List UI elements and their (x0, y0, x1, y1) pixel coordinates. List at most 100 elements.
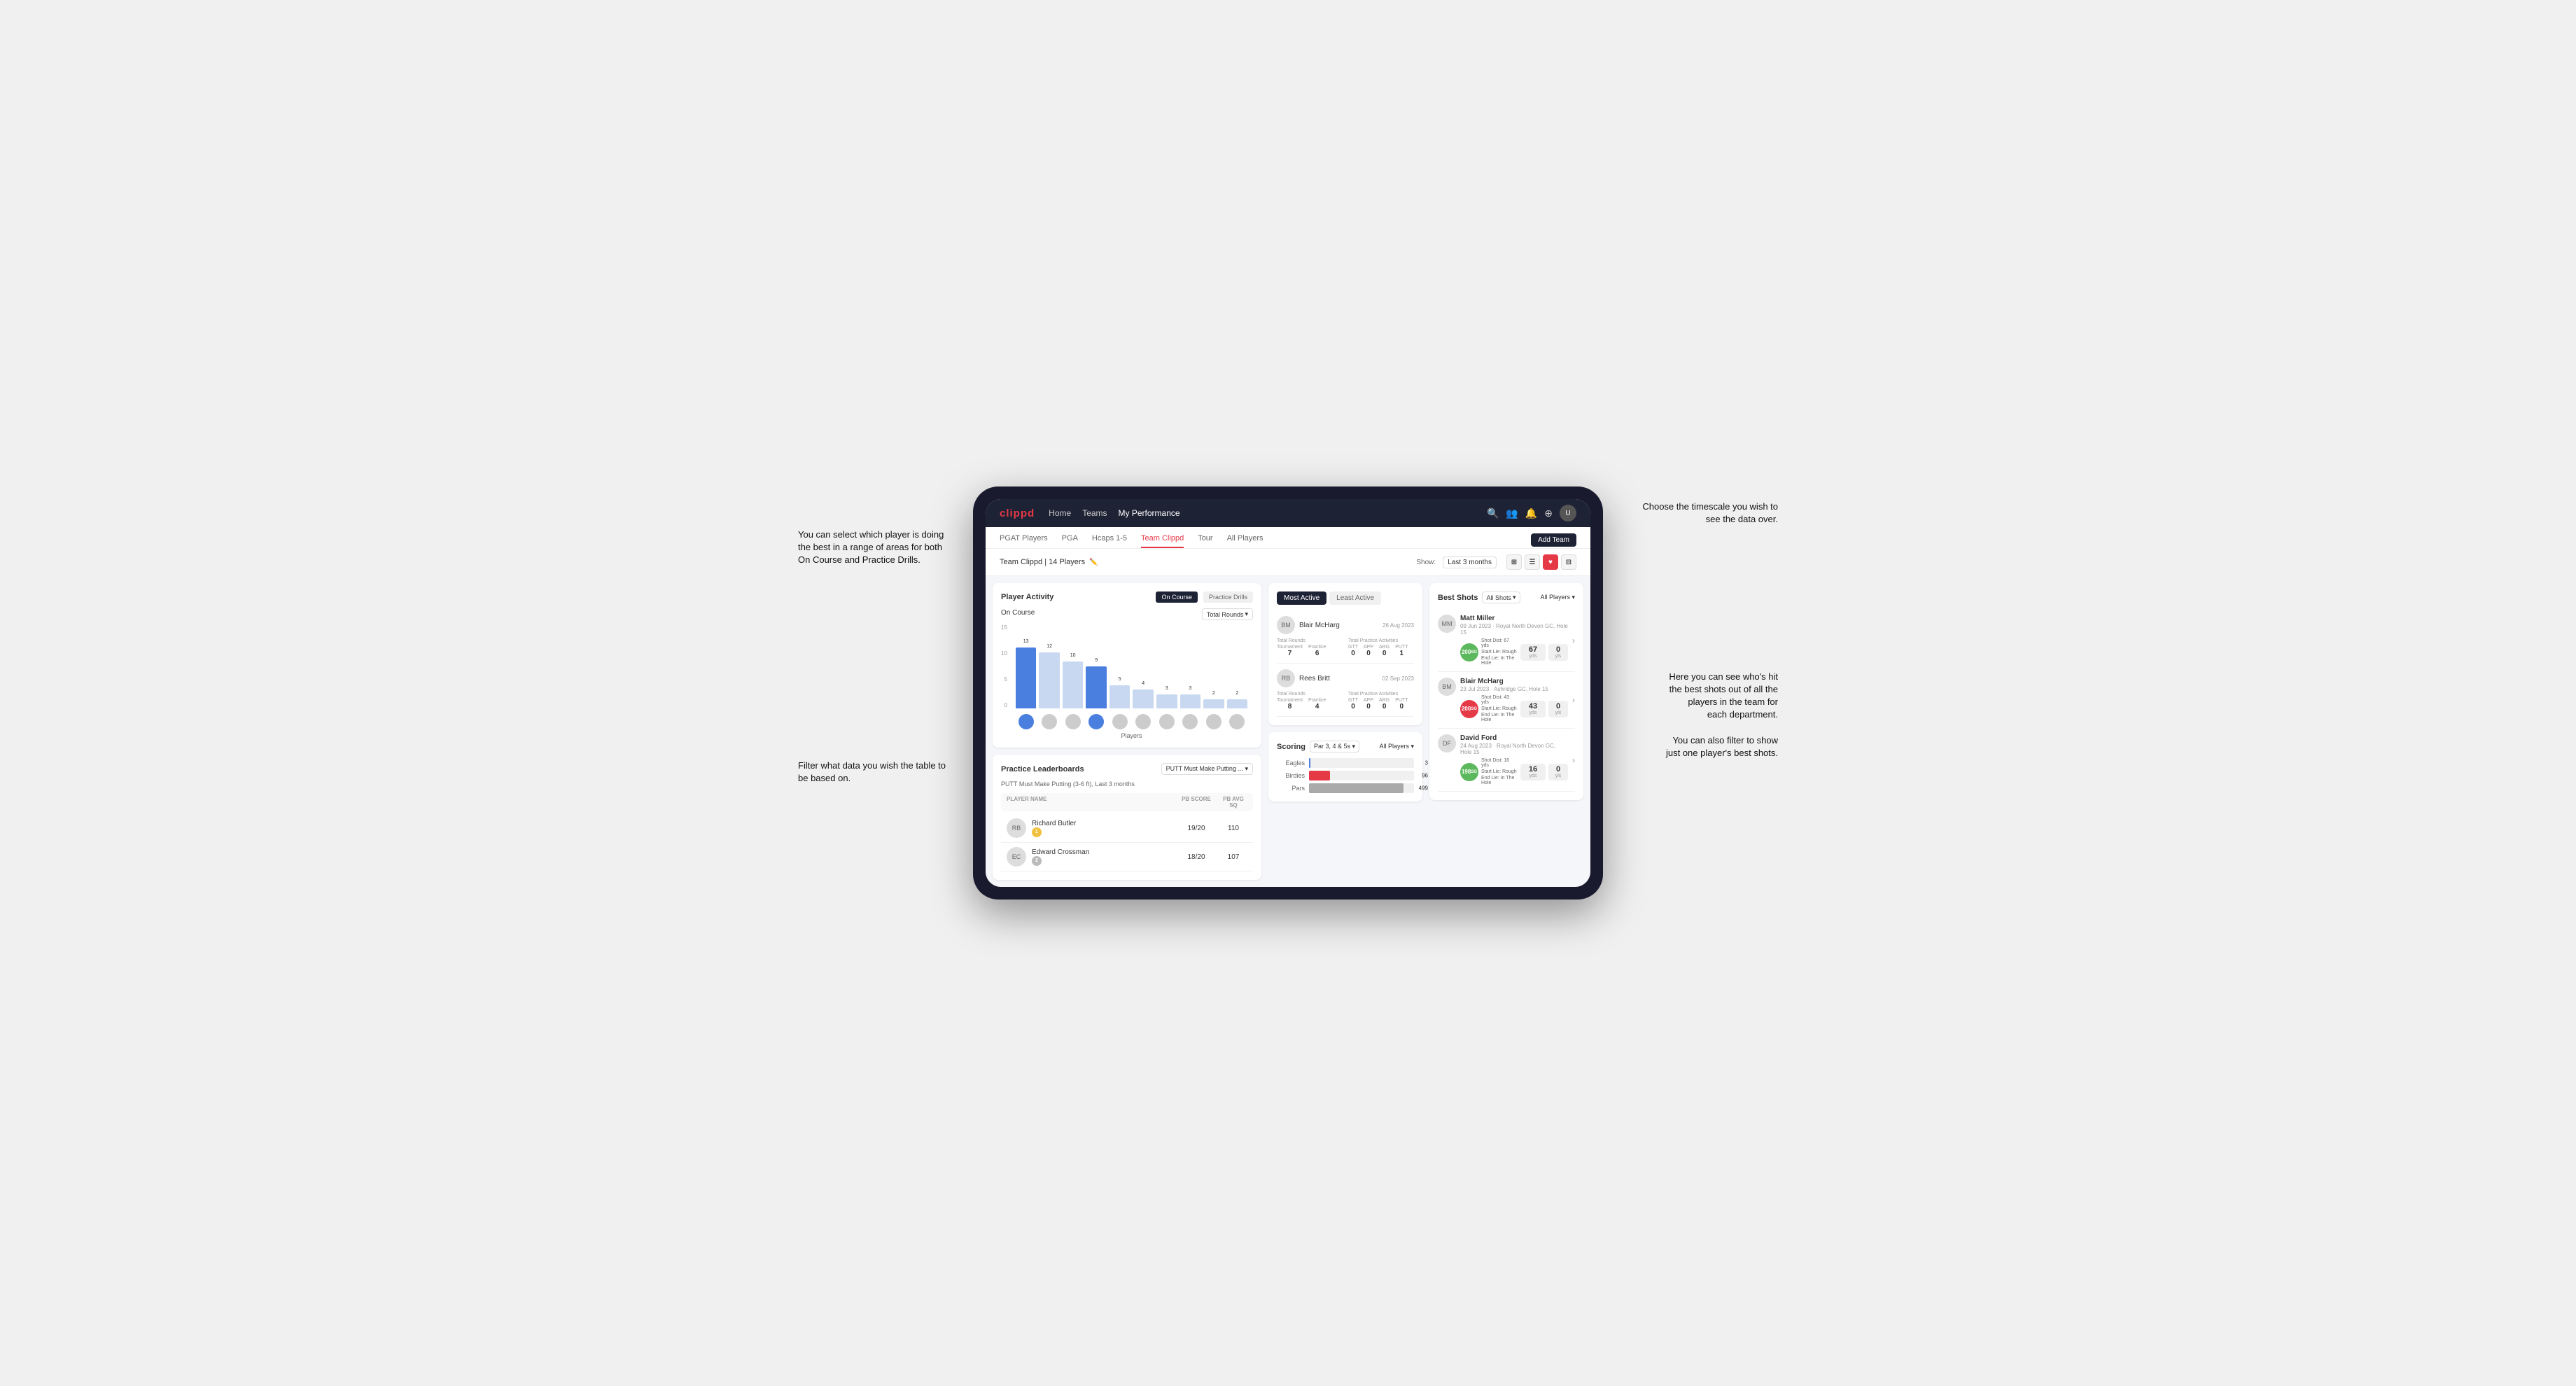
practice-toggle[interactable]: Practice Drills (1203, 592, 1253, 603)
shot-chevron-miller[interactable]: › (1572, 636, 1575, 645)
scoring-pars-row: Pars 499 (1277, 783, 1414, 793)
avatar[interactable]: U (1560, 505, 1576, 522)
shots-title: Best Shots (1438, 594, 1478, 602)
shot-chevron-mcharg[interactable]: › (1572, 695, 1575, 705)
chart-avatar-M._Miller (1182, 714, 1198, 729)
subnav-pgat[interactable]: PGAT Players (1000, 531, 1048, 548)
shot-zero-miller: 0 yls (1548, 644, 1568, 661)
rank-gold-badge: 1 (1032, 827, 1042, 837)
scoring-filter-dropdown[interactable]: Par 3, 4 & 5s ▾ (1310, 741, 1359, 752)
activity-card-header: Player Activity On Course Practice Drill… (1001, 592, 1253, 603)
total-rounds-group: Total Rounds Tournament 7 Practice (1277, 638, 1343, 657)
shot-stats-mcharg: 200SG Shot Dist: 43 yds Start Lie: Rough… (1460, 695, 1568, 722)
active-player-header-2: RB Rees Britt 02 Sep 2023 (1277, 669, 1414, 687)
rounds-cols: Tournament 7 Practice 6 (1277, 645, 1343, 657)
grid-view-button[interactable]: ⊞ (1506, 554, 1522, 570)
bar-R. Butler: 3 (1156, 694, 1177, 708)
most-active-card: Most Active Least Active BM Blair McHarg… (1268, 583, 1422, 725)
bar-group-M._Miller: 3 (1180, 694, 1201, 708)
shots-filter-dropdown[interactable]: All Shots ▾ (1482, 592, 1520, 603)
scoring-card: Scoring Par 3, 4 & 5s ▾ All Players ▾ (1268, 732, 1422, 802)
shot-item-ford[interactable]: DF David Ford 24 Aug 2023 · Royal North … (1438, 729, 1575, 792)
shot-info-miller: Matt Miller 09 Jun 2023 · Royal North De… (1460, 615, 1568, 666)
tablet-frame: clippd Home Teams My Performance 🔍 👥 🔔 ⊕… (973, 486, 1603, 899)
rank-silver-badge: 2 (1032, 856, 1042, 866)
player-name-col-crossman: Edward Crossman 2 (1032, 848, 1173, 866)
chart-avatars (1010, 711, 1253, 729)
shots-all-players-dropdown[interactable]: All Players ▾ (1540, 594, 1575, 601)
scoring-header: Scoring Par 3, 4 & 5s ▾ All Players ▾ (1277, 741, 1414, 752)
active-tabs: Most Active Least Active (1277, 592, 1414, 605)
plus-icon[interactable]: ⊕ (1544, 507, 1553, 519)
on-course-toggle[interactable]: On Course (1156, 592, 1198, 603)
filter-view-button[interactable]: ⊟ (1561, 554, 1576, 570)
least-active-tab[interactable]: Least Active (1329, 592, 1381, 605)
shot-item-mcharg[interactable]: BM Blair McHarg 23 Jul 2023 · Ashridge G… (1438, 672, 1575, 729)
bar-group-D._Ford: 10 (1063, 662, 1084, 708)
add-team-button[interactable]: Add Team (1531, 533, 1576, 547)
bar-group-R._Butler: 3 (1156, 694, 1177, 708)
leaderboard-header: PLAYER NAME PB SCORE PB AVG SQ (1001, 793, 1253, 811)
shot-chevron-ford[interactable]: › (1572, 755, 1575, 765)
subnav: PGAT Players PGA Hcaps 1-5 Team Clippd T… (986, 527, 1590, 549)
active-player-1: BM Blair McHarg 26 Aug 2023 Total Rounds (1277, 610, 1414, 664)
left-panel: Player Activity On Course Practice Drill… (993, 583, 1261, 880)
player-avatar-crossman: EC (1007, 847, 1026, 867)
bar-group-L._Robertson: 2 (1227, 699, 1248, 708)
subnav-pga[interactable]: PGA (1062, 531, 1078, 548)
nav-link-home[interactable]: Home (1049, 507, 1071, 519)
bell-icon[interactable]: 🔔 (1525, 507, 1537, 519)
show-select[interactable]: Last 3 months (1443, 556, 1497, 568)
scoring-all-players[interactable]: All Players ▾ (1379, 743, 1414, 750)
on-course-label: On Course (1001, 609, 1035, 617)
bar-chart-container: 15 10 5 0 13 12 10 (1001, 624, 1253, 739)
chart-avatar-E._Ebert (1112, 714, 1128, 729)
most-active-tab[interactable]: Most Active (1277, 592, 1326, 605)
nav-link-performance[interactable]: My Performance (1119, 507, 1180, 519)
best-shots-card: Best Shots All Shots ▾ All Players ▾ M (1429, 583, 1583, 800)
view-icons: ⊞ ☰ ♥ ⊟ (1506, 554, 1576, 570)
heart-view-button[interactable]: ♥ (1543, 554, 1558, 570)
shot-stats-miller: 200SG Shot Dist: 67 yds Start Lie: Rough… (1460, 638, 1568, 666)
leaderboard-row-1[interactable]: RB Richard Butler 1 19/20 110 (1001, 814, 1253, 843)
navbar: clippd Home Teams My Performance 🔍 👥 🔔 ⊕… (986, 499, 1590, 527)
shot-dist-miller: 67 yds (1520, 644, 1546, 661)
team-header: Team Clippd | 14 Players ✏️ Show: Last 3… (986, 549, 1590, 576)
practice-activities-group: Total Practice Activities GTT 0 APP (1348, 638, 1414, 657)
chart-avatar-D._Ford (1065, 714, 1081, 729)
practice-selector-dropdown[interactable]: PUTT Must Make Putting ... ▾ (1161, 763, 1253, 775)
scoring-chart: Eagles 3 Birdies 96 (1277, 758, 1414, 793)
shot-item-miller[interactable]: MM Matt Miller 09 Jun 2023 · Royal North… (1438, 609, 1575, 672)
annotation-bottom-right: Here you can see who's hit the best shot… (1666, 671, 1778, 760)
edit-icon[interactable]: ✏️ (1089, 559, 1098, 566)
shot-details-miller: 09 Jun 2023 · Royal North Devon GC, Hole… (1460, 623, 1568, 636)
shot-stats-ford: 198SG Shot Dist: 16 yds Start Lie: Rough… (1460, 758, 1568, 785)
eagles-bar: 3 (1309, 758, 1414, 768)
bar-L. Robertson: 2 (1227, 699, 1248, 708)
player-avg-butler: 110 (1219, 825, 1247, 832)
subnav-tour[interactable]: Tour (1198, 531, 1212, 548)
list-view-button[interactable]: ☰ (1525, 554, 1540, 570)
shot-zero-mcharg: 0 yls (1548, 701, 1568, 718)
shot-details-ford: 24 Aug 2023 · Royal North Devon GC, Hole… (1460, 743, 1568, 755)
subnav-all[interactable]: All Players (1227, 531, 1264, 548)
chart-avatar-R._Britt (1042, 714, 1057, 729)
shot-dist-mcharg: 43 yds (1520, 701, 1546, 718)
people-icon[interactable]: 👥 (1506, 507, 1518, 519)
nav-link-teams[interactable]: Teams (1082, 507, 1107, 519)
rounds-cols-2: Tournament 8 Practice 4 (1277, 698, 1343, 710)
shot-badge-ford: 198SG (1460, 763, 1478, 781)
subnav-team[interactable]: Team Clippd (1141, 531, 1184, 548)
chart-avatar-B._McHarg (1018, 714, 1034, 729)
bar-E. Ebert: 5 (1110, 685, 1130, 708)
chart-avatar-L._Robertson (1229, 714, 1245, 729)
shot-player-name-mcharg: Blair McHarg (1460, 678, 1568, 685)
chart-avatar-D._Billingham (1135, 714, 1151, 729)
nav-links: Home Teams My Performance (1049, 507, 1473, 519)
bar-chart: 13 12 10 9 5 4 3 (1010, 624, 1253, 739)
chart-filter-dropdown[interactable]: Total Rounds ▾ (1202, 608, 1253, 620)
shot-player-name-ford: David Ford (1460, 734, 1568, 742)
leaderboard-row-2[interactable]: EC Edward Crossman 2 18/20 107 (1001, 843, 1253, 872)
search-icon[interactable]: 🔍 (1487, 507, 1499, 519)
subnav-hcaps[interactable]: Hcaps 1-5 (1092, 531, 1127, 548)
